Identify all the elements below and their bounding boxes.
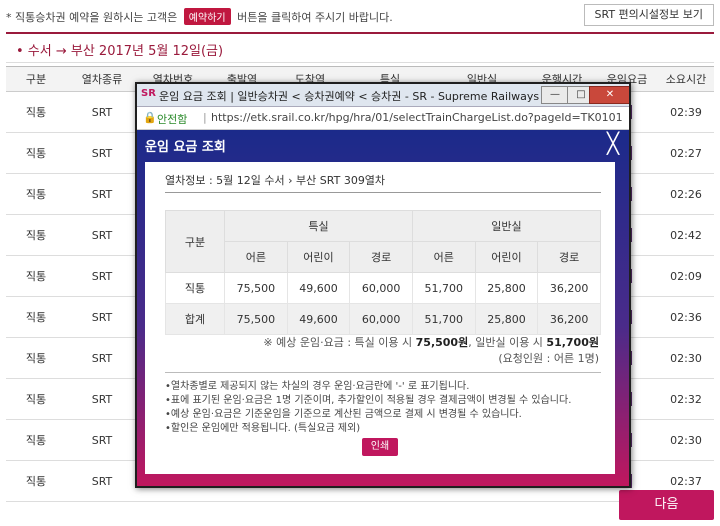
row-type: 직통 <box>6 419 66 461</box>
row-type: 직통 <box>6 255 66 297</box>
close-window-button[interactable]: ✕ <box>589 86 629 104</box>
row-train-kind: SRT <box>66 378 138 420</box>
summary-special-value: 75,500원 <box>415 336 469 349</box>
reserve-badge: 예약하기 <box>183 8 231 25</box>
sr-logo-icon: SR <box>141 88 156 99</box>
row-type: 직통 <box>6 296 66 338</box>
row-type: 직통 <box>6 173 66 215</box>
fare-row: 합계 75,500 49,600 60,000 51,700 25,800 36,200 <box>165 303 601 335</box>
fare-summary: ※ 예상 운임·요금 : 특실 이용 시 75,500원, 일반실 이용 시 5… <box>263 334 599 350</box>
dialog-title: 운임 요금 조회 <box>145 140 226 155</box>
row-train-kind: SRT <box>66 173 138 215</box>
fare-value: 51,700 <box>411 272 476 304</box>
window-title: 운임 요금 조회 | 일반승차권 < 승차권예약 < 승차권 - SR - Su… <box>159 90 594 103</box>
url-text[interactable]: https://etk.srail.co.kr/hpg/hra/01/selec… <box>211 111 623 124</box>
row-train-kind: SRT <box>66 296 138 338</box>
note-item: 할인은 운임에만 적용됩니다. (특실요금 제외) <box>165 422 571 436</box>
fare-group-general: 일반실 <box>411 210 602 242</box>
fare-dialog: 운임 요금 조회 ╳ 열차정보 : 5월 12일 수서 › 부산 SRT 309… <box>137 130 629 486</box>
row-duration: 02:36 <box>658 296 714 338</box>
row-train-kind: SRT <box>66 460 138 502</box>
note-item: 표에 표기된 운임·요금은 1명 기준이며, 추가할인이 적용될 경우 결제금액… <box>165 394 571 408</box>
fare-subheader: 어른 <box>411 241 476 273</box>
divider <box>165 372 601 373</box>
fare-value: 49,600 <box>286 272 351 304</box>
fare-value: 36,200 <box>537 303 601 335</box>
top-notice-bar: * 직통승차권 예약을 원하시는 고객은 예약하기 버튼을 클릭하여 주시기 바… <box>0 0 720 30</box>
row-train-kind: SRT <box>66 337 138 379</box>
dialog-body: 열차정보 : 5월 12일 수서 › 부산 SRT 309열차 구분 특실 일반… <box>145 162 615 474</box>
address-bar[interactable]: 🔒 안전함 | https://etk.srail.co.kr/hpg/hra/… <box>137 107 629 130</box>
secure-label: 안전함 <box>157 113 188 126</box>
notice-pre: * 직통승차권 예약을 원하시는 고객은 <box>6 11 178 24</box>
lock-icon: 🔒 <box>143 111 157 124</box>
fare-group-special: 특실 <box>224 210 413 242</box>
address-divider: | <box>203 111 207 124</box>
summary-general-value: 51,700원 <box>546 336 599 349</box>
header-duration: 소요시간 <box>658 66 714 92</box>
row-duration: 02:26 <box>658 173 714 215</box>
fare-value: 60,000 <box>349 303 413 335</box>
row-type: 직통 <box>6 337 66 379</box>
route-date: • 수서 → 부산 2017년 5월 12일(금) <box>16 44 224 59</box>
fare-subheader: 어른 <box>224 241 288 273</box>
divider <box>165 192 601 193</box>
fare-value: 25,800 <box>474 303 539 335</box>
row-duration: 02:30 <box>658 419 714 461</box>
notice-post: 버튼을 클릭하여 주시기 바랍니다. <box>237 11 393 24</box>
srt-facility-button[interactable]: SRT 편의시설정보 보기 <box>583 4 714 26</box>
row-duration: 02:30 <box>658 337 714 379</box>
fare-value: 51,700 <box>411 303 476 335</box>
summary-pre: ※ 예상 운임·요금 : 특실 이용 시 <box>263 336 416 349</box>
route-header: • 수서 → 부산 2017년 5월 12일(금) <box>6 32 714 63</box>
window-titlebar[interactable]: SR 운임 요금 조회 | 일반승차권 < 승차권예약 < 승차권 - SR -… <box>137 84 629 107</box>
fare-row: 직통 75,500 49,600 60,000 51,700 25,800 36,200 <box>165 272 601 304</box>
row-duration: 02:32 <box>658 378 714 420</box>
train-info: 열차정보 : 5월 12일 수서 › 부산 SRT 309열차 <box>165 174 386 187</box>
row-train-kind: SRT <box>66 132 138 174</box>
fare-popup-window: SR 운임 요금 조회 | 일반승차권 < 승차권예약 < 승차권 - SR -… <box>135 82 631 488</box>
notes-list: 열차종별로 제공되지 않는 차실의 경우 운임·요금란에 '-' 로 표기됩니다… <box>165 380 571 436</box>
fare-value: 60,000 <box>349 272 413 304</box>
fare-subheader: 어린이 <box>286 241 351 273</box>
row-train-kind: SRT <box>66 419 138 461</box>
summary-mid: , 일반실 이용 시 <box>468 336 547 349</box>
fare-row-label: 직통 <box>165 272 225 304</box>
fare-col-label: 구분 <box>165 210 225 273</box>
row-duration: 02:27 <box>658 132 714 174</box>
header-type: 구분 <box>6 66 66 92</box>
fare-value: 75,500 <box>224 272 288 304</box>
row-type: 직통 <box>6 460 66 502</box>
notice-text: * 직통승차권 예약을 원하시는 고객은 예약하기 버튼을 클릭하여 주시기 바… <box>6 8 393 25</box>
close-icon[interactable]: ╳ <box>607 132 619 154</box>
row-type: 직통 <box>6 214 66 256</box>
fare-value: 36,200 <box>537 272 601 304</box>
fare-value: 25,800 <box>474 272 539 304</box>
row-duration: 02:42 <box>658 214 714 256</box>
row-train-kind: SRT <box>66 214 138 256</box>
row-train-kind: SRT <box>66 91 138 133</box>
note-item: 열차종별로 제공되지 않는 차실의 경우 운임·요금란에 '-' 로 표기됩니다… <box>165 380 571 394</box>
row-type: 직통 <box>6 91 66 133</box>
fare-subheader: 어린이 <box>474 241 539 273</box>
minimize-button[interactable]: — <box>541 86 569 104</box>
fare-value: 49,600 <box>286 303 351 335</box>
fare-table: 구분 특실 일반실 어른 어린이 경로 어른 어린이 경로 직통 75,500 49… <box>165 210 602 335</box>
fare-value: 75,500 <box>224 303 288 335</box>
row-train-kind: SRT <box>66 255 138 297</box>
header-train-kind: 열차종류 <box>66 66 138 92</box>
fare-row-label: 합계 <box>165 303 225 335</box>
row-type: 직통 <box>6 132 66 174</box>
row-type: 직통 <box>6 378 66 420</box>
passenger-count: (요청인원 : 어른 1명) <box>498 352 599 365</box>
next-button[interactable]: 다음 <box>619 490 714 520</box>
print-button[interactable]: 인쇄 <box>362 438 398 456</box>
note-item: 예상 운임·요금은 기준운임을 기준으로 계산된 금액으로 결제 시 변경될 수… <box>165 408 571 422</box>
fare-subheader: 경로 <box>537 241 601 273</box>
row-duration: 02:09 <box>658 255 714 297</box>
fare-subheader: 경로 <box>349 241 413 273</box>
row-duration: 02:39 <box>658 91 714 133</box>
